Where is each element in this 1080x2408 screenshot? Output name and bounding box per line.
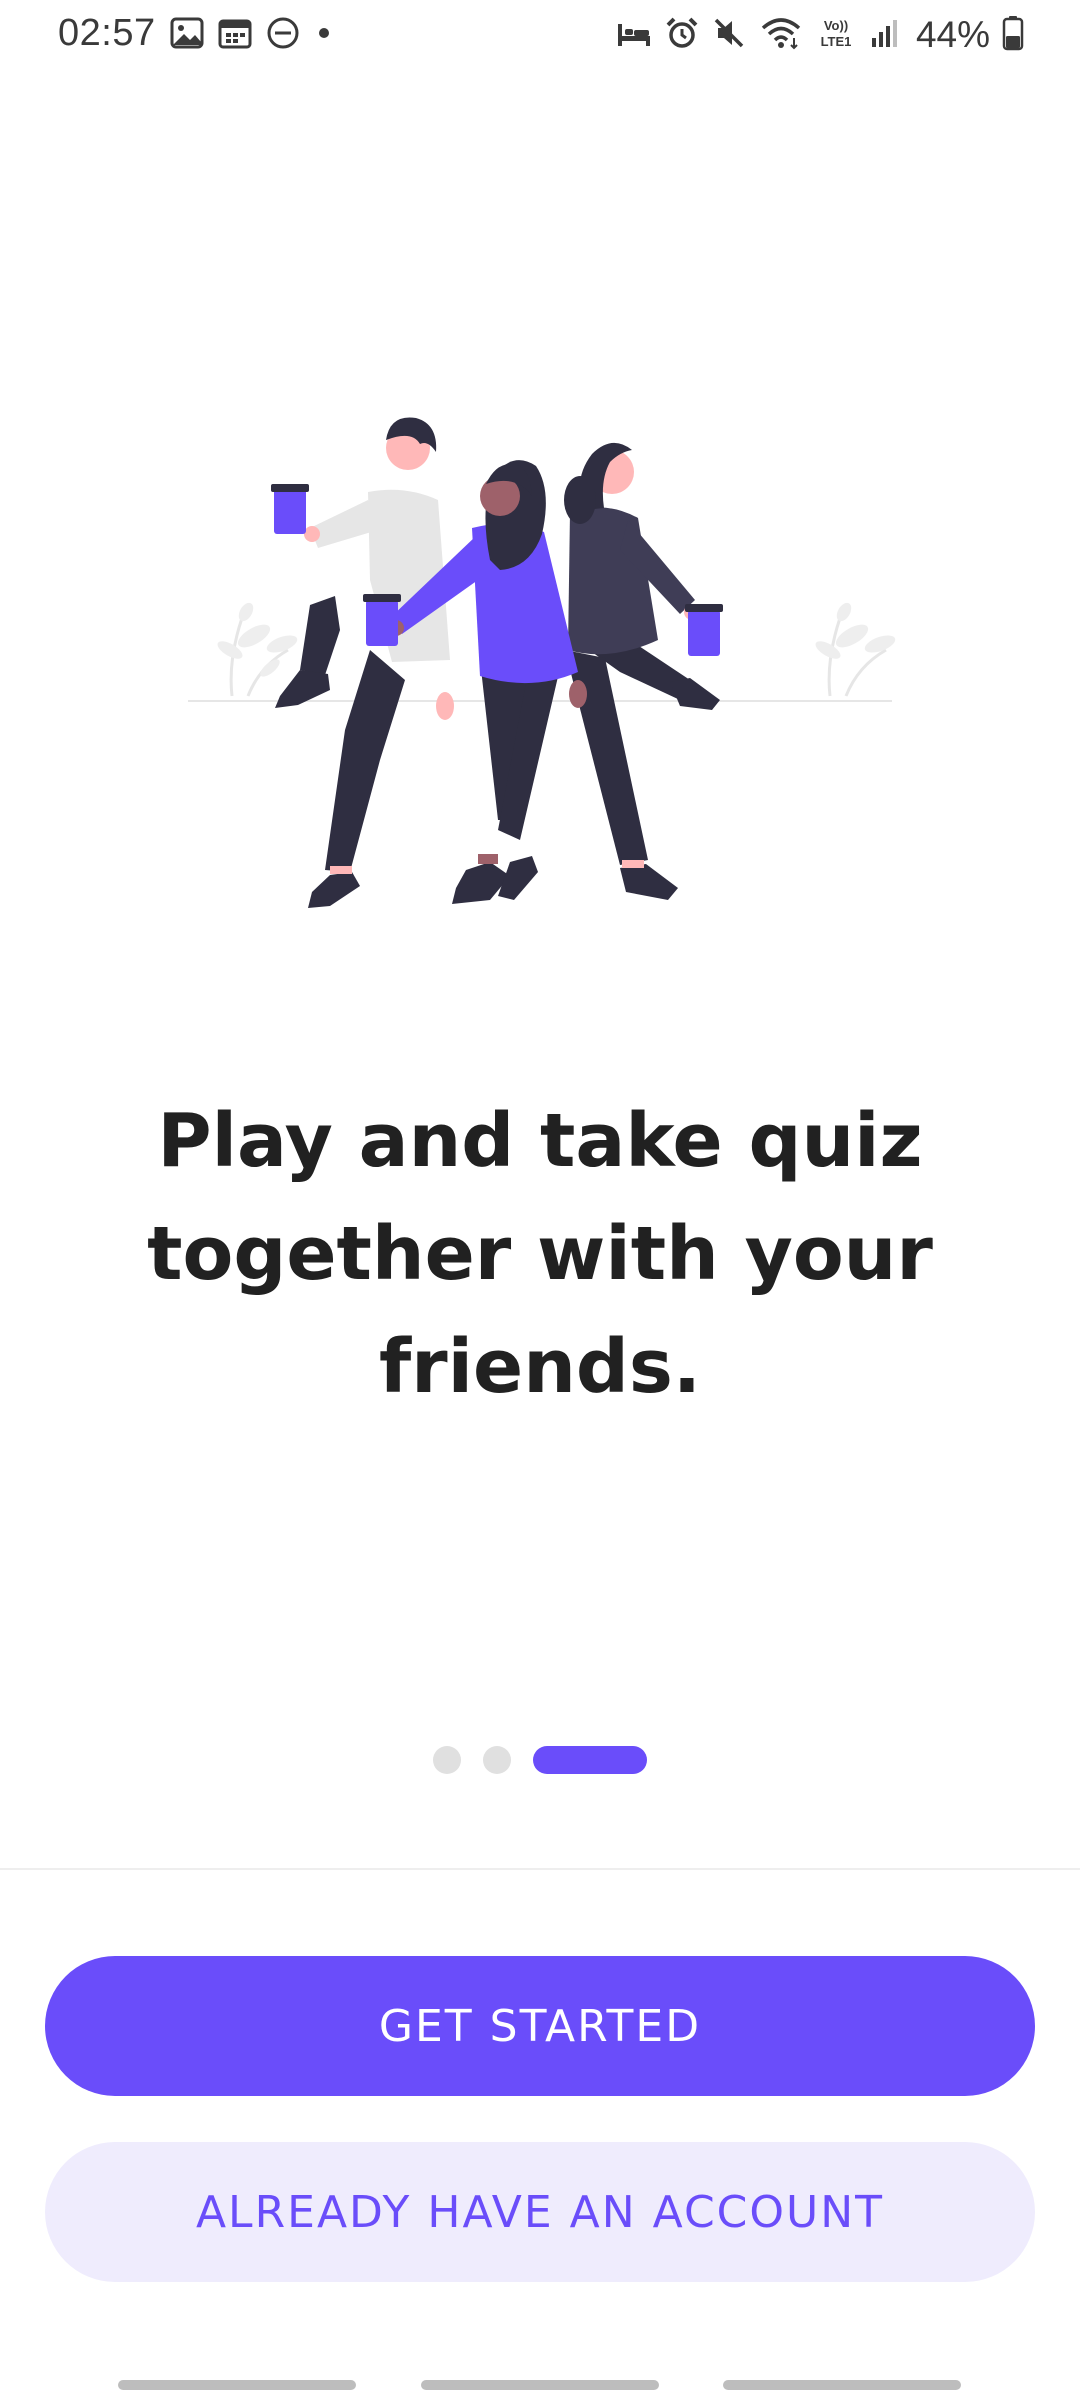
wifi-icon: [760, 16, 802, 55]
page-dot[interactable]: [433, 1746, 461, 1774]
nav-home-pill[interactable]: [421, 2380, 659, 2390]
system-icons: Vo)) LTE1 44%: [616, 14, 1024, 56]
onboarding-headline: Play and take quiz together with your fr…: [100, 1085, 980, 1424]
svg-text:Vo)): Vo)): [824, 18, 848, 33]
svg-text:LTE1: LTE1: [821, 34, 852, 49]
sleep-mode-icon: [616, 16, 652, 55]
navigation-bar: [0, 2380, 1080, 2392]
signal-icon: [870, 16, 900, 55]
person-left: [271, 417, 454, 908]
page-dot[interactable]: [483, 1746, 511, 1774]
friends-illustration: [180, 400, 900, 960]
status-time: 02:57: [58, 12, 156, 54]
dot-icon: [314, 16, 334, 55]
get-started-button[interactable]: GET STARTED: [45, 1956, 1035, 2096]
battery-icon: [1002, 15, 1024, 56]
already-have-account-button[interactable]: ALREADY HAVE AN ACCOUNT: [45, 2142, 1035, 2282]
gallery-icon: [170, 16, 204, 55]
headline-line-1: Play and take quiz: [157, 1098, 923, 1184]
volte-icon: Vo)) LTE1: [814, 16, 858, 55]
nav-back-pill[interactable]: [723, 2380, 961, 2390]
mute-icon: [712, 16, 748, 55]
page-indicator: [0, 1746, 1080, 1774]
alarm-icon: [664, 16, 700, 55]
person-right: [564, 442, 723, 900]
notification-icons: [170, 16, 334, 55]
headline-line-3: friends.: [378, 1324, 702, 1410]
divider: [0, 1868, 1080, 1870]
battery-percent: 44%: [915, 14, 990, 55]
calendar-icon: [218, 16, 252, 55]
headline-line-2: together with your: [147, 1211, 933, 1297]
dnd-icon: [266, 16, 300, 55]
page-dot-active[interactable]: [533, 1746, 647, 1774]
nav-recents-pill[interactable]: [118, 2380, 356, 2390]
status-bar: 02:57 Vo)) LTE1 44%: [0, 0, 1080, 70]
